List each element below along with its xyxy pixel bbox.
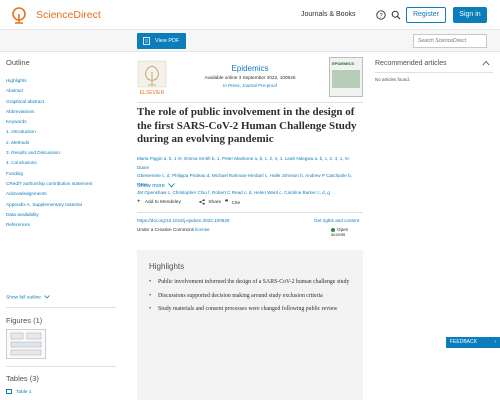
outline-item-abstract[interactable]: Abstract xyxy=(6,86,116,96)
highlight-item: Public involvement informed the design o… xyxy=(149,278,354,287)
left-sidebar: Outline Highlights Abstract Graphical ab… xyxy=(0,52,120,395)
feedback-label: FEEDBACK xyxy=(450,339,477,345)
outline-item-references[interactable]: References xyxy=(6,220,116,230)
divider xyxy=(137,102,363,103)
highlight-item: Discussions supported decision making ar… xyxy=(149,292,354,301)
highlights-box: Highlights Public involvement informed t… xyxy=(137,250,363,400)
outline-item-abbreviations[interactable]: Abbreviations xyxy=(6,107,116,117)
chevron-up-icon[interactable] xyxy=(482,60,490,66)
search-input[interactable] xyxy=(418,38,478,44)
elsevier-tree-icon[interactable] xyxy=(8,6,30,24)
outline-item-funding[interactable]: Funding xyxy=(6,169,116,179)
divider xyxy=(375,72,493,73)
outline-item-graphical-abstract[interactable]: Graphical abstract xyxy=(6,97,116,107)
journals-books-link[interactable]: Journals & Books xyxy=(301,11,355,18)
license-prefix: Under a Creative Commons xyxy=(137,227,194,232)
outline-item-highlights[interactable]: Highlights xyxy=(6,76,116,86)
license-text: Under a Creative Commons license xyxy=(137,227,210,232)
feedback-button[interactable]: FEEDBACK › xyxy=(446,337,500,348)
outline-item-acknowledgements[interactable]: Acknowledgements xyxy=(6,189,116,199)
table-1-link[interactable]: Table 1 xyxy=(6,389,31,395)
add-mendeley-button[interactable]: + Add to Mendeley xyxy=(137,199,181,205)
divider xyxy=(6,366,116,367)
search-sciencedirect-field[interactable] xyxy=(413,34,487,48)
recommended-articles-heading[interactable]: Recommended articles xyxy=(375,60,447,67)
no-articles-text: No articles found. xyxy=(375,77,411,82)
top-bar: ScienceDirect Journals & Books ? Registe… xyxy=(0,0,500,30)
outline-item-conclusions[interactable]: 4. Conclusions xyxy=(6,158,116,168)
help-icon[interactable]: ? xyxy=(376,10,386,20)
article-toolbar: View PDF xyxy=(0,30,500,52)
share-icon xyxy=(199,199,205,205)
sign-in-button[interactable]: Sign in xyxy=(453,7,487,23)
register-button[interactable]: Register xyxy=(406,7,446,23)
rights-link[interactable]: Get rights and content xyxy=(314,218,359,223)
open-access-badge: Open access xyxy=(331,227,363,237)
share-label: Share xyxy=(208,200,222,206)
tables-heading: Tables (3) xyxy=(6,374,39,383)
figures-heading: Figures (1) xyxy=(6,316,43,325)
cite-label: Cite xyxy=(231,201,241,206)
show-full-outline-button[interactable]: Show full outline xyxy=(6,295,51,301)
article-title: The role of public involvement in the de… xyxy=(137,106,357,145)
outline-item-keywords[interactable]: Keywords xyxy=(6,117,116,127)
highlights-heading: Highlights xyxy=(149,262,185,271)
view-pdf-label: View PDF xyxy=(155,38,180,44)
cite-button[interactable]: ❞ Cite xyxy=(225,199,240,206)
show-full-outline-label: Show full outline xyxy=(6,295,41,301)
outline-list: Highlights Abstract Graphical abstract A… xyxy=(6,76,116,230)
chevron-down-icon xyxy=(168,183,176,188)
cover-graphic xyxy=(332,70,360,88)
divider xyxy=(137,212,363,213)
figure-thumbnail[interactable] xyxy=(6,329,46,359)
outline-item-results[interactable]: 3. Results and Discussion xyxy=(6,148,116,158)
author-line[interactable]: Maria Piggin a, b, 1 ✉, Emma Smith b, 1,… xyxy=(137,155,363,172)
divider xyxy=(6,307,116,308)
show-more-label: Show more xyxy=(137,183,165,189)
highlight-item: Study materials and consent processes we… xyxy=(149,305,354,314)
author-list: Maria Piggin a, b, 1 ✉, Emma Smith b, 1,… xyxy=(137,155,363,198)
outline-heading: Outline xyxy=(6,58,30,67)
journal-cover-image[interactable]: Epidemics xyxy=(329,57,363,97)
table-1-label: Table 1 xyxy=(16,389,32,395)
table-icon xyxy=(6,389,12,394)
quote-icon: ❞ xyxy=(225,200,229,206)
chevron-right-icon: › xyxy=(494,339,496,345)
outline-item-methods[interactable]: 2. Methods xyxy=(6,138,116,148)
show-more-button[interactable]: Show more xyxy=(137,183,176,189)
author-line[interactable]: JM Openshaw c, Christopher Chiu f, Rober… xyxy=(137,189,363,198)
pdf-icon xyxy=(143,37,150,45)
doi-link[interactable]: https://doi.org/10.1016/j.epidem.2022.10… xyxy=(137,218,229,223)
svg-text:ELSEVIER: ELSEVIER xyxy=(140,90,165,96)
chevron-down-icon xyxy=(44,295,51,299)
view-pdf-button[interactable]: View PDF xyxy=(137,33,186,49)
highlights-list: Public involvement informed the design o… xyxy=(149,278,354,319)
share-button[interactable]: Share xyxy=(199,199,221,205)
add-mendeley-label: Add to Mendeley xyxy=(144,200,181,205)
brand-name[interactable]: ScienceDirect xyxy=(36,9,101,21)
license-link[interactable]: license xyxy=(195,227,209,232)
outline-item-credit[interactable]: CRediT authorship contribution statement xyxy=(6,179,116,189)
outline-item-introduction[interactable]: 1. Introduction xyxy=(6,127,116,137)
outline-item-appendix[interactable]: Appendix A. Supplementary material xyxy=(6,200,116,210)
search-icon[interactable] xyxy=(391,10,401,20)
cover-title: Epidemics xyxy=(332,61,355,66)
outline-item-data-availability[interactable]: Data availability xyxy=(6,210,116,220)
plus-icon: + xyxy=(137,199,141,205)
